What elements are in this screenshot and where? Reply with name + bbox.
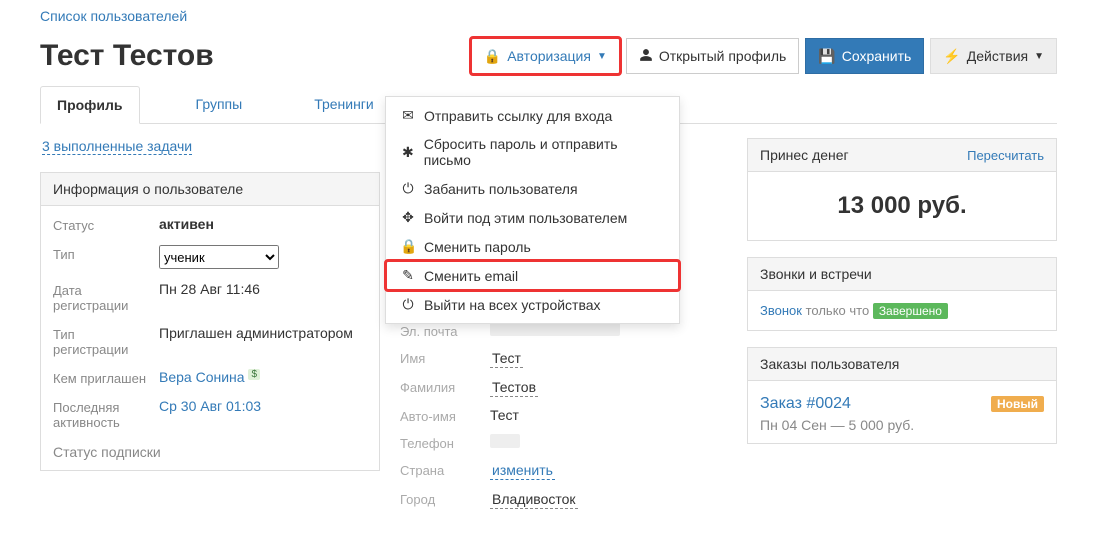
status-label: Статус [53, 216, 153, 233]
auth-item-label: Выйти на всех устройствах [424, 297, 601, 313]
user-info-panel-title: Информация о пользователе [41, 173, 379, 206]
regdate-label: Дата регистрации [53, 281, 153, 313]
orders-panel: Заказы пользователя Заказ #0024 Новый Пн… [747, 347, 1057, 444]
autoname-label: Авто-имя [400, 407, 490, 424]
tab-profile[interactable]: Профиль [40, 86, 140, 124]
page-header: Тест Тестов 🔒 Авторизация ▼ Открытый про… [40, 38, 1057, 74]
first-name-label: Имя [400, 349, 490, 368]
breadcrumb-users-link[interactable]: Список пользователей [40, 8, 187, 24]
invitedby-value: Вера Сонина $ [159, 369, 367, 386]
move-icon: ✥ [400, 209, 416, 226]
country-label: Страна [400, 461, 490, 480]
money-badge-icon: $ [248, 369, 260, 380]
breadcrumb: Список пользователей [40, 0, 1057, 32]
open-profile-label: Открытый профиль [659, 48, 786, 64]
regtype-value: Приглашен администратором [159, 325, 367, 357]
tab-groups[interactable]: Группы [180, 86, 259, 123]
auth-item-label: Сменить пароль [424, 239, 531, 255]
auth-item-change-password[interactable]: 🔒 Сменить пароль [386, 232, 679, 261]
auth-dropdown-button[interactable]: 🔒 Авторизация ▼ [471, 38, 620, 74]
invitedby-label: Кем приглашен [53, 369, 153, 386]
auth-item-label: Сбросить пароль и отправить письмо [424, 136, 665, 168]
save-button[interactable]: 💾 Сохранить [805, 38, 924, 74]
call-when: только что [806, 303, 870, 318]
auth-item-send-link[interactable]: ✉ Отправить ссылку для входа [386, 101, 679, 130]
lastact-value: Ср 30 Авг 01:03 [159, 398, 367, 430]
auth-item-ban-user[interactable]: ⏻ Забанить пользователя [386, 174, 679, 203]
order-new-badge: Новый [991, 396, 1044, 412]
done-tasks: 3 выполненные задачи [42, 138, 380, 154]
regtype-label: Тип регистрации [53, 325, 153, 357]
order-link[interactable]: Заказ #0024 [760, 395, 851, 413]
lock-icon: 🔒 [484, 48, 501, 65]
auth-item-impersonate[interactable]: ✥ Войти под этим пользователем [386, 203, 679, 232]
email-value [490, 322, 727, 339]
sub-status-label: Статус подписки [53, 444, 367, 460]
save-icon: 💾 [818, 48, 835, 65]
auth-item-label: Отправить ссылку для входа [424, 108, 612, 124]
city-value[interactable]: Владивосток [490, 490, 727, 509]
type-value: ученик [159, 245, 367, 269]
tab-trainings[interactable]: Тренинги [298, 86, 390, 123]
country-value[interactable]: изменить [490, 461, 727, 480]
lastact-label: Последняя активность [53, 398, 153, 430]
auth-dropdown-menu: ✉ Отправить ссылку для входа ✱ Сбросить … [385, 96, 680, 324]
status-value: активен [159, 216, 367, 233]
done-tasks-link[interactable]: 3 выполненные задачи [42, 138, 192, 155]
type-select[interactable]: ученик [159, 245, 279, 269]
actions-dropdown-button[interactable]: ⚡ Действия ▼ [930, 38, 1057, 74]
bolt-icon: ⚡ [943, 48, 960, 65]
auth-item-logout-all[interactable]: ⏻ Выйти на всех устройствах [386, 290, 679, 319]
money-panel: Принес денег Пересчитать 13 000 руб. [747, 138, 1057, 241]
auth-label: Авторизация [507, 48, 591, 64]
auth-item-label: Войти под этим пользователем [424, 210, 627, 226]
power-icon: ⏻ [400, 180, 416, 197]
last-name-label: Фамилия [400, 378, 490, 397]
asterisk-icon: ✱ [400, 144, 416, 161]
auth-item-label: Сменить email [424, 268, 518, 284]
page-title: Тест Тестов [40, 39, 465, 73]
lock-icon: 🔒 [400, 238, 416, 255]
user-info-panel: Информация о пользователе Статус активен… [40, 172, 380, 471]
order-details: Пн 04 Сен — 5 000 руб. [760, 417, 1044, 433]
calls-panel: Звонки и встречи Звонок только что Завер… [747, 257, 1057, 331]
first-name-value[interactable]: Тест [490, 349, 727, 368]
mail-icon: ✉ [400, 107, 416, 124]
edit-icon: ✎ [400, 267, 416, 284]
call-status-badge: Завершено [873, 303, 948, 319]
regdate-value: Пн 28 Авг 11:46 [159, 281, 367, 313]
caret-down-icon: ▼ [1034, 51, 1044, 62]
save-label: Сохранить [842, 48, 912, 64]
open-profile-button[interactable]: Открытый профиль [626, 38, 799, 74]
orders-panel-title: Заказы пользователя [748, 348, 1056, 381]
last-name-value[interactable]: Тестов [490, 378, 727, 397]
phone-label: Телефон [400, 434, 490, 451]
recalc-link[interactable]: Пересчитать [967, 148, 1044, 163]
type-label: Тип [53, 245, 153, 269]
money-amount: 13 000 руб. [760, 182, 1044, 230]
calls-panel-title: Звонки и встречи [748, 258, 1056, 291]
auth-item-label: Забанить пользователя [424, 181, 578, 197]
email-label: Эл. почта [400, 322, 490, 339]
lastact-link[interactable]: Ср 30 Авг 01:03 [159, 398, 261, 414]
city-label: Город [400, 490, 490, 509]
power-icon: ⏻ [400, 296, 416, 313]
auth-item-change-email[interactable]: ✎ Сменить email [386, 261, 679, 290]
money-panel-title: Принес денег [760, 147, 849, 163]
autoname-value: Тест [490, 407, 727, 424]
invitedby-link[interactable]: Вера Сонина [159, 369, 245, 385]
person-icon [639, 48, 653, 65]
call-link[interactable]: Звонок [760, 303, 802, 318]
phone-value [490, 434, 727, 451]
auth-item-reset-password[interactable]: ✱ Сбросить пароль и отправить письмо [386, 130, 679, 174]
caret-down-icon: ▼ [597, 51, 607, 62]
actions-label: Действия [967, 48, 1028, 64]
